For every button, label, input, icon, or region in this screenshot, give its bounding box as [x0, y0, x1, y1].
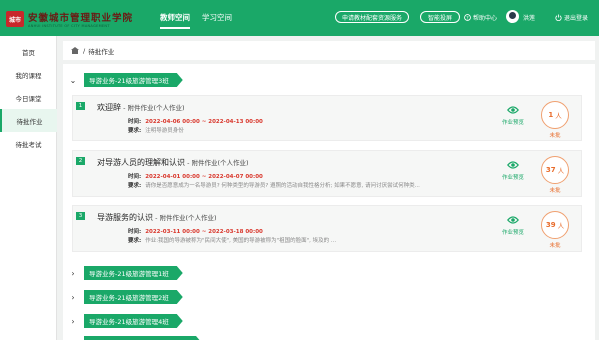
logo-english: ANHUI INSTITUTE OF CITY MANAGEMENT — [28, 24, 110, 28]
time-label: 时间: — [128, 119, 142, 125]
chevron-right-icon[interactable]: › — [69, 317, 77, 326]
assignment-title-row: 对导游人员的理解和认识 - 附件作业(个人作业) — [97, 157, 249, 168]
class-group-tag[interactable]: 导游业务-21级旅游管理1班 — [84, 266, 183, 280]
submission-count-unit: 人 — [557, 167, 565, 175]
chevron-right-icon[interactable]: › — [69, 269, 77, 278]
logo-seal-icon: 城市 — [6, 11, 24, 27]
assignment-requirement: 要求: 作业:我国的导游被称为"民间大使", 美国的导游被称为"祖国的脸面", 埃… — [128, 236, 336, 244]
breadcrumb-separator: / — [83, 46, 86, 55]
assignment-requirement: 要求: 请你是否愿意成为一名导游员? 何种类型的导游员? 遵照的活动自我性格分析;… — [128, 181, 420, 189]
sidebar-item-pending-exams[interactable]: 待批考试 — [0, 132, 57, 155]
power-icon — [555, 14, 562, 21]
assignment-kind: - 附件作业(个人作业) — [121, 104, 185, 112]
submission-count-unit: 人 — [555, 112, 562, 120]
homework-preview-button[interactable]: 作业预览 — [495, 215, 531, 236]
sidebar-item-pending-homework[interactable]: 待批作业 — [0, 109, 57, 132]
active-tab-indicator — [160, 27, 190, 29]
time-range: 2022-03-11 00:00 ~ 2022-03-18 00:00 — [145, 229, 263, 235]
time-label: 时间: — [128, 229, 142, 235]
class-group-header[interactable]: › 导游业务-21级旅游管理4班 — [69, 314, 183, 328]
sidebar: 首页 我的课程 今日课堂 待批作业 待批考试 — [0, 36, 57, 340]
requirement-label: 要求: — [128, 238, 142, 244]
preview-label: 作业预览 — [501, 230, 524, 236]
help-center-label: 帮助中心 — [473, 14, 498, 22]
submission-count[interactable]: 39 人 — [541, 211, 569, 239]
requirement-label: 要求: — [128, 183, 142, 189]
class-group-tag[interactable]: 导游业务-21级旅游管理4班 — [84, 314, 183, 328]
submission-count[interactable]: 37 人 — [541, 156, 569, 184]
assignment-index: 3 — [76, 212, 85, 220]
submission-count-value: 37 — [545, 166, 556, 174]
class-group-tag[interactable]: 导游业务-21级旅游管理2班 — [84, 290, 183, 304]
logo-name: 安徽城市管理职业学院 — [28, 13, 134, 24]
assignment-title-row: 导游服务的认识 - 附件作业(个人作业) — [97, 212, 217, 223]
assignment-index: 1 — [76, 102, 85, 110]
submission-count-value: 39 — [545, 221, 556, 229]
assignment-title[interactable]: 对导游人员的理解和认识 — [97, 158, 185, 167]
tab-learning-space[interactable]: 学习空间 — [202, 12, 232, 23]
homework-preview-button[interactable]: 作业预览 — [495, 105, 531, 126]
eye-icon — [507, 161, 519, 169]
assignment-requirement: 要求: 注明导游员身份 — [128, 126, 184, 134]
logout-link[interactable]: 退出登录 — [555, 11, 588, 23]
logout-label: 退出登录 — [564, 14, 589, 22]
logo-text: 安徽城市管理职业学院 ANHUI INSTITUTE OF CITY MANAG… — [28, 10, 133, 28]
breadcrumb-current: 待批作业 — [88, 47, 115, 56]
time-range: 2022-04-06 00:00 ~ 2022-04-13 00:00 — [145, 119, 263, 125]
class-group-header[interactable]: › 导游业务-21级旅游管理1班 — [69, 266, 183, 280]
assignment-card: 2 对导游人员的理解和认识 - 附件作业(个人作业) 时间: 2022-04-01… — [72, 150, 582, 197]
submission-count-unit: 人 — [557, 222, 565, 230]
requirement-text: 请你是否愿意成为一名导游员? 何种类型的导游员? 遵照的活动自我性格分析; 如果… — [145, 183, 420, 189]
assignment-title[interactable]: 欢迎辞 — [97, 103, 121, 112]
breadcrumb: / 待批作业 — [63, 41, 595, 60]
submission-count[interactable]: 1人 — [541, 101, 569, 129]
status-badge: 未批 — [549, 133, 561, 139]
requirement-text: 注明导游员身份 — [145, 128, 184, 134]
assignment-card: 3 导游服务的认识 - 附件作业(个人作业) 时间: 2022-03-11 00:… — [72, 205, 582, 252]
time-range: 2022-04-01 00:00 ~ 2022-04-07 00:00 — [145, 174, 263, 180]
time-label: 时间: — [128, 174, 142, 180]
assignment-kind: - 附件作业(个人作业) — [153, 214, 217, 222]
class-group-header[interactable]: › 导游业务-21级旅游管理2班 — [69, 290, 183, 304]
eye-icon — [507, 106, 519, 114]
requirement-label: 要求: — [128, 128, 142, 134]
assignment-time: 时间: 2022-04-06 00:00 ~ 2022-04-13 00:00 — [128, 117, 263, 125]
avatar[interactable] — [506, 10, 519, 23]
assignment-time: 时间: 2022-04-01 00:00 ~ 2022-04-07 00:00 — [128, 172, 263, 180]
home-icon[interactable] — [71, 47, 79, 54]
help-icon: ? — [464, 13, 471, 21]
eye-icon — [507, 216, 519, 224]
help-center-link[interactable]: ? 帮助中心 — [464, 11, 497, 23]
sidebar-item-today-class[interactable]: 今日课堂 — [0, 86, 57, 109]
smart-screen-button[interactable]: 智能投屏 — [420, 11, 460, 23]
requirement-text: 作业:我国的导游被称为"民间大使", 美国的导游被称为"祖国的脸面", 埃及的 … — [145, 238, 337, 244]
assignment-title-row: 欢迎辞 - 附件作业(个人作业) — [97, 102, 185, 113]
submission-count-value: 1 — [548, 111, 554, 119]
status-badge: 未批 — [549, 243, 561, 249]
chevron-right-icon[interactable]: › — [69, 293, 77, 302]
class-group-tag-partial — [84, 336, 202, 340]
main-content: ⌄ 导游业务-21级旅游管理3班 1 欢迎辞 - 附件作业(个人作业) 时间: 2… — [63, 64, 595, 340]
sidebar-item-my-courses[interactable]: 我的课程 — [0, 63, 57, 86]
username[interactable]: 洪莲 — [523, 11, 535, 23]
assignment-title[interactable]: 导游服务的认识 — [97, 213, 153, 222]
preview-label: 作业预览 — [501, 120, 524, 126]
assignment-time: 时间: 2022-03-11 00:00 ~ 2022-03-18 00:00 — [128, 227, 263, 235]
tab-teacher-space[interactable]: 教师空间 — [160, 12, 190, 23]
top-header: 城市 安徽城市管理职业学院 ANHUI INSTITUTE OF CITY MA… — [0, 0, 599, 36]
assignment-kind: - 附件作业(个人作业) — [185, 159, 249, 167]
status-badge: 未批 — [549, 188, 561, 194]
assignment-index: 2 — [76, 157, 85, 165]
class-group-header[interactable]: ⌄ 导游业务-21级旅游管理3班 — [69, 73, 183, 87]
class-group-header — [69, 336, 202, 340]
chevron-down-icon[interactable]: ⌄ — [69, 76, 77, 85]
homework-preview-button[interactable]: 作业预览 — [495, 160, 531, 181]
class-group-tag[interactable]: 导游业务-21级旅游管理3班 — [84, 73, 183, 87]
sidebar-item-home[interactable]: 首页 — [0, 40, 57, 63]
assignment-card: 1 欢迎辞 - 附件作业(个人作业) 时间: 2022-04-06 00:00 ~… — [72, 95, 582, 141]
apply-textbook-button[interactable]: 申请教材配套资源服务 — [335, 11, 409, 23]
preview-label: 作业预览 — [501, 175, 524, 181]
